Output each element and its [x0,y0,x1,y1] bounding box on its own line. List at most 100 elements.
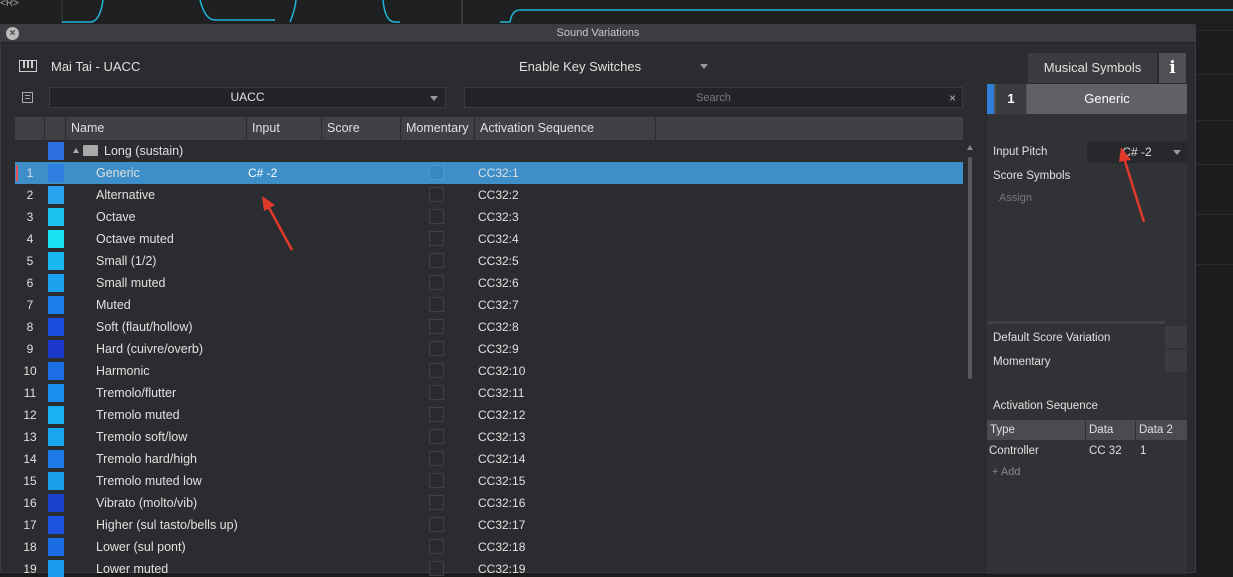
momentary-checkbox[interactable] [429,561,444,576]
table-row[interactable]: 8 Soft (flaut/hollow) CC32:8 [15,316,963,338]
activation-value[interactable]: CC32:8 [478,316,519,338]
table-row[interactable]: 3 Octave CC32:3 [15,206,963,228]
column-momentary[interactable]: Momentary [401,117,475,140]
document-icon[interactable] [22,92,33,103]
color-swatch[interactable] [48,252,64,270]
variation-name[interactable]: Tremolo soft/low [96,426,187,448]
table-row[interactable]: 7 Muted CC32:7 [15,294,963,316]
variation-name[interactable]: Hard (cuivre/overb) [96,338,203,360]
variation-name[interactable]: Higher (sul tasto/bells up) [96,514,238,536]
momentary-checkbox[interactable] [429,495,444,510]
activation-value[interactable]: CC32:4 [478,228,519,250]
color-swatch[interactable] [48,340,64,358]
default-score-variation-toggle[interactable] [1165,326,1187,348]
momentary-checkbox[interactable] [429,517,444,532]
activation-value[interactable]: CC32:6 [478,272,519,294]
variation-name[interactable]: Small muted [96,272,165,294]
table-row[interactable]: 12 Tremolo muted CC32:12 [15,404,963,426]
clear-search-icon[interactable]: × [949,91,956,105]
momentary-checkbox[interactable] [429,451,444,466]
color-swatch[interactable] [48,186,64,204]
momentary-checkbox[interactable] [429,231,444,246]
search-input[interactable] [465,88,962,107]
color-swatch[interactable] [48,318,64,336]
table-row[interactable]: 14 Tremolo hard/high CC32:14 [15,448,963,470]
color-swatch[interactable] [48,494,64,512]
column-score[interactable]: Score [322,117,401,140]
activation-row[interactable]: Controller CC 32 1 [987,441,1187,462]
folder-row[interactable]: Long (sustain) [15,140,963,162]
table-row[interactable]: 13 Tremolo soft/low CC32:13 [15,426,963,448]
variation-name[interactable]: Tremolo/flutter [96,382,176,404]
activation-value[interactable]: CC32:1 [478,162,519,184]
table-row[interactable]: 2 Alternative CC32:2 [15,184,963,206]
momentary-checkbox[interactable] [429,429,444,444]
variation-name[interactable]: Soft (flaut/hollow) [96,316,193,338]
activation-value[interactable]: CC32:17 [478,514,525,536]
activation-value[interactable]: CC32:18 [478,536,525,558]
key-switch-mode[interactable]: Enable Key Switches [519,59,641,74]
table-scrollbar[interactable] [967,145,973,575]
scrollbar-thumb[interactable] [968,157,972,379]
variation-name[interactable]: Alternative [96,184,155,206]
color-swatch[interactable] [48,274,64,292]
color-swatch[interactable] [48,560,64,577]
momentary-checkbox[interactable] [429,385,444,400]
activation-value[interactable]: CC32:5 [478,250,519,272]
momentary-checkbox[interactable] [429,539,444,554]
variation-name[interactable]: Lower muted [96,558,168,577]
instrument-name[interactable]: Mai Tai - UACC [51,59,140,74]
table-row[interactable]: 16 Vibrato (molto/vib) CC32:16 [15,492,963,514]
momentary-toggle[interactable] [1165,350,1187,372]
variation-name[interactable]: Small (1/2) [96,250,156,272]
color-swatch[interactable] [48,362,64,380]
table-row[interactable]: 11 Tremolo/flutter CC32:11 [15,382,963,404]
momentary-checkbox[interactable] [429,187,444,202]
color-swatch[interactable] [48,230,64,248]
activation-value[interactable]: CC32:10 [478,360,525,382]
table-row[interactable]: 6 Small muted CC32:6 [15,272,963,294]
color-swatch[interactable] [48,164,64,182]
activation-value[interactable]: CC32:9 [478,338,519,360]
table-row[interactable]: 1 Generic C# -2 CC32:1 [15,162,963,184]
scroll-up-icon[interactable] [967,145,973,150]
panel-variation-name[interactable]: Generic [1027,84,1187,114]
color-swatch[interactable] [48,450,64,468]
column-activation-sequence[interactable]: Activation Sequence [475,117,656,140]
variation-name[interactable]: Muted [96,294,131,316]
activation-value[interactable]: CC32:12 [478,404,525,426]
color-swatch[interactable] [48,538,64,556]
table-row[interactable]: 15 Tremolo muted low CC32:15 [15,470,963,492]
activation-value[interactable]: CC32:13 [478,426,525,448]
momentary-checkbox[interactable] [429,407,444,422]
variation-name[interactable]: Vibrato (molto/vib) [96,492,197,514]
input-pitch-dropdown[interactable]: C# -2 [1087,141,1187,163]
table-row[interactable]: 5 Small (1/2) CC32:5 [15,250,963,272]
activation-value[interactable]: CC32:19 [478,558,525,577]
search-field[interactable]: × [464,87,963,108]
momentary-checkbox[interactable] [429,253,444,268]
input-value[interactable]: C# -2 [248,162,277,184]
table-row[interactable]: 10 Harmonic CC32:10 [15,360,963,382]
activation-value[interactable]: CC32:3 [478,206,519,228]
variation-name[interactable]: Tremolo muted low [96,470,202,492]
variation-name[interactable]: Tremolo muted [96,404,180,426]
momentary-checkbox[interactable] [429,319,444,334]
table-row[interactable]: 19 Lower muted CC32:19 [15,558,963,577]
activation-value[interactable]: CC32:11 [478,382,524,404]
momentary-checkbox[interactable] [429,297,444,312]
activation-value[interactable]: CC32:2 [478,184,519,206]
assign-button[interactable]: Assign [999,192,1032,204]
activation-value[interactable]: CC32:14 [478,448,525,470]
color-swatch[interactable] [48,406,64,424]
momentary-checkbox[interactable] [429,165,444,180]
tab-musical-symbols[interactable]: Musical Symbols [1028,53,1157,83]
info-button[interactable]: i [1159,53,1186,83]
add-activation-button[interactable]: + Add [992,466,1020,478]
preset-dropdown[interactable]: UACC [49,87,446,108]
table-row[interactable]: 4 Octave muted CC32:4 [15,228,963,250]
collapse-triangle-icon[interactable] [73,148,79,153]
variation-name[interactable]: Tremolo hard/high [96,448,197,470]
variation-name[interactable]: Octave [96,206,136,228]
color-swatch[interactable] [48,296,64,314]
